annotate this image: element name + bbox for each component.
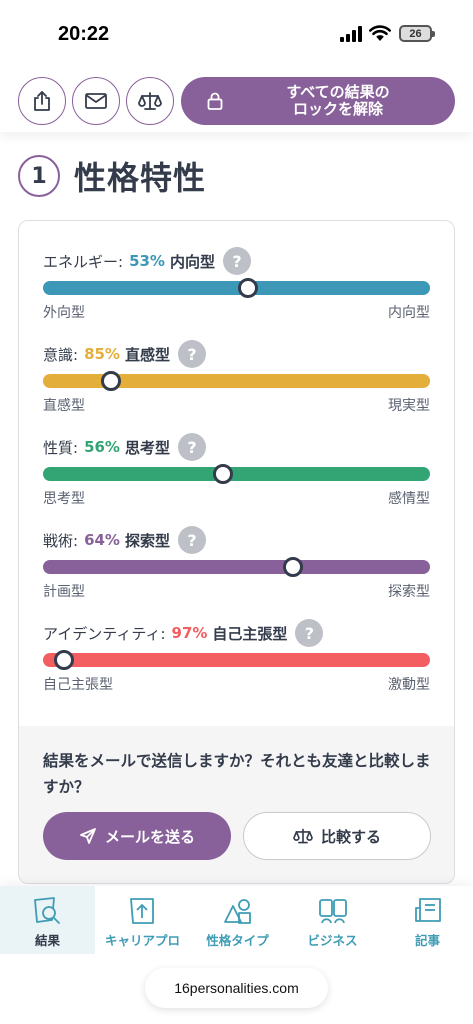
articles-icon [414,898,441,922]
trait-side: 直感型 [124,345,170,364]
trait-bar [43,650,430,670]
help-icon[interactable]: ? [222,247,251,275]
help-icon[interactable]: ? [177,526,206,554]
section-title: 性格特性 [74,159,207,197]
section-number-badge: 1 [18,155,60,197]
trait-identity: アイデンティティ: 97% 自己主張型 ? 自己主張型 激動型 [43,619,430,694]
trait-name: アイデンティティ: [43,624,166,643]
trait-bar [43,371,430,391]
trait-percent: 85% [84,345,120,363]
trait-left-label: 直感型 [43,398,85,414]
trait-energy: エネルギー: 53% 内向型 ? 外向型 内向型 [43,247,430,322]
trait-name: 意識: [43,345,79,364]
email-results-button[interactable] [72,77,120,125]
share-button[interactable] [18,77,66,125]
status-time: 20:22 [58,23,110,45]
send-email-label: メールを送る [104,827,195,846]
battery-icon: 26 [399,25,435,42]
cellular-signal-icon [340,26,362,42]
nav-item-career[interactable]: キャリアプロ [95,886,190,954]
nav-item-results[interactable]: 結果 [0,886,95,954]
trait-percent: 97% [171,624,208,642]
trait-slider-knob[interactable] [238,278,259,298]
trait-side: 思考型 [124,438,170,457]
trait-right-label: 探索型 [388,584,430,600]
trait-right-label: 内向型 [388,305,430,321]
trait-slider-knob[interactable] [54,650,75,670]
wifi-icon [369,25,391,41]
trait-left-label: 思考型 [43,491,85,507]
trait-slider-knob[interactable] [212,464,233,484]
trait-name: 戦術: [43,531,79,550]
career-icon [129,898,154,924]
help-icon[interactable]: ? [295,619,324,647]
unlock-all-results-button[interactable]: すべての結果の ロックを解除 [181,77,455,125]
trait-side: 内向型 [169,252,215,271]
share-results-footer: 結果をメールで送信しますか？それとも友達と比較しますか？ メールを送る 比較する [19,726,454,883]
trait-nature: 性質: 56% 思考型 ? 思考型 感情型 [43,433,430,508]
unlock-label: すべての結果の ロックを解除 [286,83,390,118]
compare-scale-icon [293,828,313,844]
compare-label: 比較する [320,827,381,846]
business-icon [318,899,347,924]
trait-tactics: 戦術: 64% 探索型 ? 計画型 探索型 [43,526,430,601]
trait-slider-knob[interactable] [282,557,303,577]
mail-icon [85,93,107,109]
nav-label: キャリアプロ [104,933,180,948]
nav-label: 記事 [414,933,440,948]
trait-left-label: 計画型 [43,584,85,600]
trait-side: 探索型 [124,531,170,550]
compare-scale-icon [138,92,162,110]
help-icon[interactable]: ? [177,433,206,461]
trait-percent: 64% [84,531,120,549]
compare-with-friends-button[interactable]: 比較する [243,812,431,860]
compare-button[interactable] [126,77,174,125]
nav-label: 性格タイプ [206,933,269,948]
trait-left-label: 自己主張型 [43,677,113,693]
bottom-navigation: 結果 キャリアプロ 性格タイプ ビジネス 記事 16personalities.… [0,886,473,1024]
personality-types-icon [223,899,251,924]
results-toolbar: すべての結果の ロックを解除 [0,70,473,132]
trait-percent: 56% [84,438,120,456]
trait-right-label: 激動型 [388,677,430,693]
nav-label: 結果 [34,933,60,948]
browser-url-bar[interactable]: 16personalities.com [145,968,328,1008]
help-icon[interactable]: ? [177,340,206,368]
nav-item-articles[interactable]: 記事 [380,886,473,954]
nav-item-business[interactable]: ビジネス [285,886,380,954]
paper-plane-icon [80,828,96,844]
nav-item-personality-types[interactable]: 性格タイプ [190,886,285,954]
trait-side: 自己主張型 [212,624,288,643]
trait-left-label: 外向型 [43,305,85,321]
trait-name: エネルギー: [43,252,124,271]
status-bar: 20:22 26 [0,0,473,70]
nav-label: ビジネス [307,933,358,948]
trait-name: 性質: [43,438,79,457]
battery-level: 26 [409,27,422,40]
trait-percent: 53% [129,252,165,270]
share-icon [34,91,50,111]
trait-slider-knob[interactable] [100,371,121,391]
share-question: 結果をメールで送信しますか？それとも友達と比較しますか？ [43,752,431,796]
trait-mind: 意識: 85% 直感型 ? 直感型 現実型 [43,340,430,415]
send-email-button[interactable]: メールを送る [43,812,231,860]
trait-right-label: 現実型 [388,398,430,414]
personality-traits-card: エネルギー: 53% 内向型 ? 外向型 内向型 意識: 85% 直感型 ? 直感… [18,220,455,884]
trait-right-label: 感情型 [388,491,430,507]
lock-icon [207,92,223,110]
results-icon [33,897,60,924]
trait-bar [43,278,430,298]
trait-bar [43,464,430,484]
trait-bar [43,557,430,577]
